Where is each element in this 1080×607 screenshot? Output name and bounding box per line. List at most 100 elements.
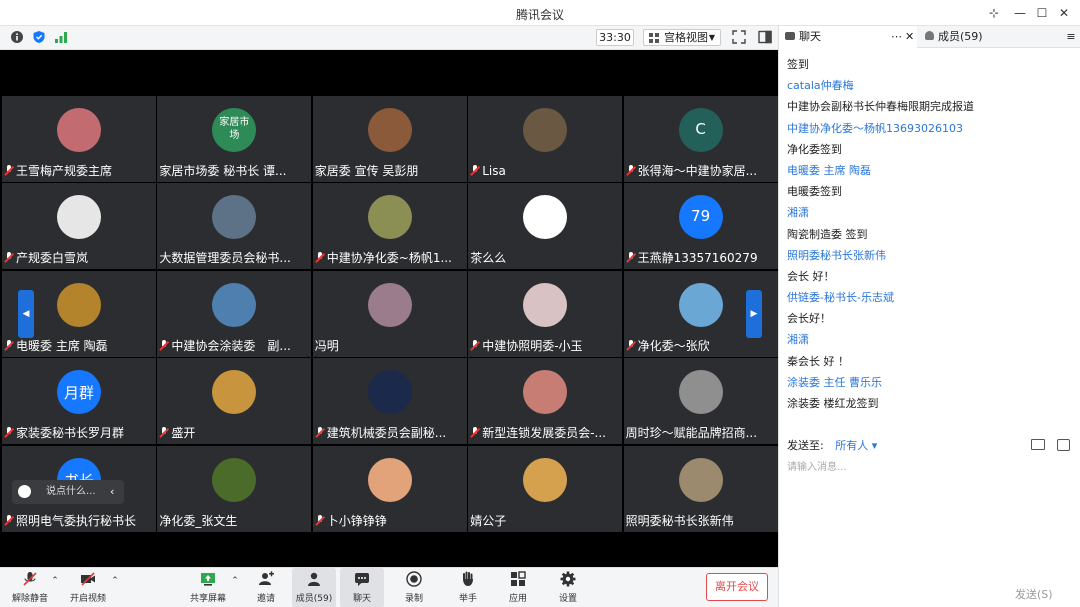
send-to-select[interactable]: 所有人 ▾ — [835, 439, 877, 452]
participant-name: 周时珍～赋能品牌招商... — [625, 426, 758, 441]
participant-name: 净化委～张欣 — [637, 338, 710, 353]
participant-name-row: 中建协会涂装委 副... — [159, 337, 309, 355]
message-text: 会长 好！ — [787, 269, 835, 283]
unmute-button[interactable]: 解除静音 — [8, 568, 52, 607]
meeting-timer: 33:30 — [596, 29, 634, 46]
mic-muted-icon — [4, 165, 14, 177]
mic-muted-icon — [22, 571, 38, 587]
user-icon — [306, 571, 322, 587]
minimize-button[interactable]: — — [1010, 4, 1030, 22]
message-text: 陶瓷制造委 签到 — [787, 227, 868, 241]
participant-tile[interactable]: 茶么么 — [468, 183, 623, 270]
participant-tile[interactable]: 王雪梅产规委主席 — [2, 96, 156, 182]
avatar: 79 — [678, 195, 723, 240]
chat-button[interactable]: 聊天 — [340, 568, 384, 607]
participant-name: 照明委秘书长张新伟 — [625, 513, 734, 528]
settings-button[interactable]: 设置 — [546, 568, 590, 607]
shield-icon[interactable] — [32, 30, 46, 44]
tab-chat[interactable]: 聊天 ⋯ ✕ — [779, 26, 917, 48]
mic-muted-icon — [4, 252, 14, 264]
mic-muted-icon — [470, 427, 480, 439]
close-icon[interactable]: ✕ — [905, 26, 914, 48]
participant-tile[interactable]: 新型连锁发展委员会-... — [468, 358, 623, 445]
participant-name-row: 婧公子 — [470, 512, 620, 530]
message-text: 净化委签到 — [787, 142, 842, 156]
apps-button[interactable]: 应用 — [496, 568, 540, 607]
share-screen-button[interactable]: 共享屏幕 — [186, 568, 230, 607]
next-page-button[interactable]: ▶ — [746, 290, 762, 338]
participant-tile[interactable]: 月群 家装委秘书长罗月群 — [2, 358, 156, 445]
emoji-icon[interactable] — [18, 485, 31, 498]
participant-grid: 王雪梅产规委主席 家居市场 家居市场委 秘书长 谭... 家居委 宣传 吴彭朋 Lisa… — [2, 96, 778, 536]
participant-tile[interactable]: 79 王燕静13357160279 — [623, 183, 778, 270]
participant-name: 茶么么 — [470, 251, 507, 266]
folder-icon[interactable] — [1031, 439, 1045, 450]
panel-menu-icon[interactable]: ≡ — [1061, 26, 1080, 48]
avatar-text: 家居市场 — [219, 117, 250, 141]
mic-muted-icon — [626, 165, 636, 177]
participant-tile[interactable]: 家居市场家居市场委 秘书长 谭... — [157, 96, 312, 182]
more-icon[interactable]: ⋯ — [891, 26, 902, 48]
info-icon[interactable] — [10, 30, 24, 44]
participant-name-row: 大数据管理委员会秘书... — [159, 249, 309, 267]
participant-tile[interactable]: 大数据管理委员会秘书... — [157, 183, 312, 270]
close-button[interactable]: ✕ — [1054, 4, 1074, 22]
participant-tile[interactable]: Lisa — [468, 96, 623, 182]
avatar — [367, 282, 412, 327]
mic-muted-icon — [315, 427, 325, 439]
send-to-label: 发送至: — [787, 439, 824, 452]
leave-meeting-button[interactable]: 离开会议 — [706, 573, 768, 601]
mic-muted-icon — [470, 339, 480, 352]
participant-tile[interactable]: 中建协照明委-小玉 — [468, 270, 623, 357]
participant-name: 家居市场委 秘书长 谭... — [159, 164, 287, 178]
participant-tile[interactable]: 周时珍～赋能品牌招商... — [623, 358, 778, 445]
avatar — [523, 195, 568, 240]
message-input[interactable]: 请输入消息... — [787, 458, 847, 473]
view-mode-select[interactable]: 宫格视图 ▼ — [643, 29, 721, 46]
chevron-down-icon: ▼ — [708, 33, 715, 42]
screenshot-icon[interactable] — [1057, 439, 1070, 451]
participant-tile[interactable]: 照明委秘书长张新伟 — [623, 445, 778, 532]
collapse-icon[interactable]: ‹ — [110, 480, 114, 504]
view-mode-label: 宫格视图 — [664, 31, 708, 44]
participant-tile[interactable]: 卜小铮铮铮 — [312, 445, 467, 532]
participant-tile[interactable]: C 张得海～中建协家居... — [623, 96, 778, 182]
quick-chat-popup[interactable]: 说点什么... ‹ — [12, 480, 124, 504]
participant-tile[interactable]: 净化委_张文生 — [157, 445, 312, 532]
invite-button[interactable]: 邀请 — [244, 568, 288, 607]
avatar — [367, 108, 412, 152]
participant-tile[interactable]: 建筑机械委员会副秘... — [312, 358, 467, 445]
participant-name: 王燕静13357160279 — [637, 251, 758, 266]
avatar — [57, 108, 101, 152]
participant-tile[interactable]: 冯明 — [312, 270, 467, 357]
pin-icon[interactable]: ⊹ — [984, 4, 1004, 22]
participant-tile[interactable]: 盛开 — [157, 358, 312, 445]
participant-name-row: 新型连锁发展委员会-... — [470, 424, 620, 442]
send-button[interactable]: 发送(S) — [1015, 586, 1053, 602]
video-options-button[interactable]: ⌃ — [108, 568, 122, 607]
participant-tile[interactable]: 中建协会涂装委 副... — [157, 270, 312, 357]
maximize-button[interactable]: ☐ — [1032, 4, 1052, 22]
signal-icon[interactable] — [54, 30, 68, 44]
avatar-text: C — [695, 120, 706, 138]
participant-tile[interactable]: 中建协净化委~杨帆1... — [312, 183, 467, 270]
participant-tile[interactable]: 家居委 宣传 吴彭朋 — [312, 96, 467, 182]
participant-tile[interactable]: 婧公子 — [468, 445, 623, 532]
message-text: 秦会长 好 ！ — [787, 354, 849, 368]
message-text: 电暖委签到 — [787, 185, 842, 199]
members-button[interactable]: 成员(59) — [292, 568, 336, 607]
start-video-button[interactable]: 开启视频 — [66, 568, 110, 607]
raise-hand-button[interactable]: 举手 — [446, 568, 490, 607]
participant-name: 盛开 — [171, 426, 196, 441]
avatar-text: 79 — [691, 207, 711, 226]
camera-off-icon — [80, 571, 96, 587]
prev-page-button[interactable]: ◀ — [18, 290, 34, 338]
tab-members[interactable]: 成员(59) — [919, 26, 1059, 48]
record-button[interactable]: 录制 — [392, 568, 436, 607]
participant-name-row: 产规委白雪岚 — [4, 249, 154, 267]
fullscreen-icon[interactable] — [732, 30, 746, 44]
side-panel-icon[interactable] — [758, 30, 772, 44]
mic-muted-icon — [4, 514, 14, 527]
participant-name-row: 卜小铮铮铮 — [315, 512, 465, 530]
participant-tile[interactable]: 产规委白雪岚 — [2, 183, 156, 270]
